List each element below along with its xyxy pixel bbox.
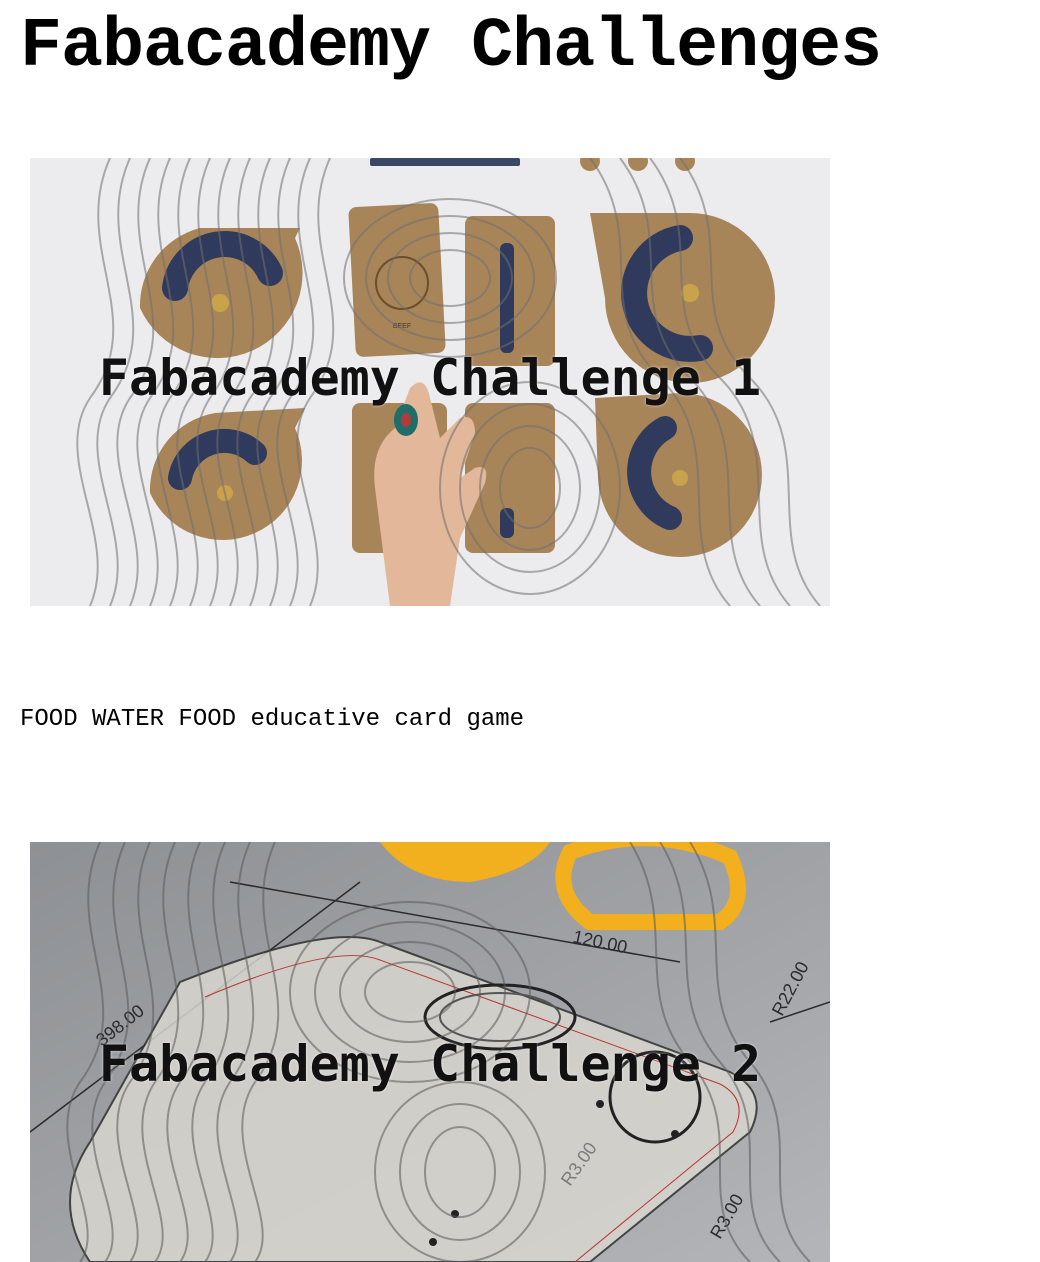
page-title: Fabacademy Challenges bbox=[20, 8, 882, 87]
challenge-2-title: Fabacademy Challenge 2 bbox=[98, 1035, 762, 1093]
challenge-1-description: FOOD WATER FOOD educative card game bbox=[20, 706, 525, 733]
challenge-2-card[interactable]: 120.00 398.00 R22.00 R3.00 R3.00 Fabacad… bbox=[30, 842, 830, 1262]
challenge-1-card[interactable]: BEEF Fabacademy Challenge 1 bbox=[30, 158, 830, 606]
challenge-1-title: Fabacademy Challenge 1 bbox=[98, 349, 762, 407]
